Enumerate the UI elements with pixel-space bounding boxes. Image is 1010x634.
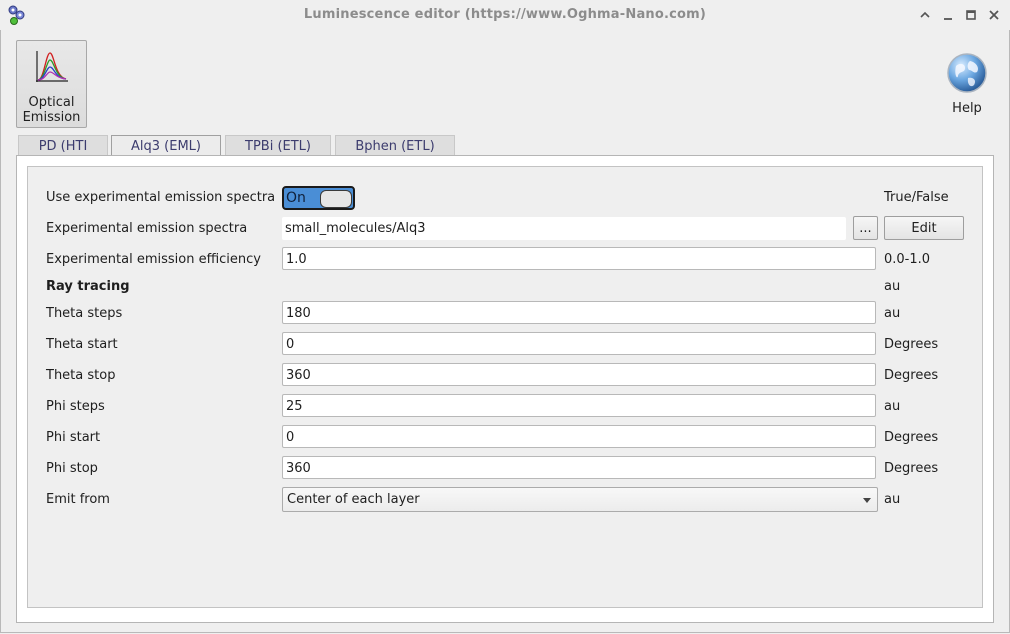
phi-start-label: Phi start [46, 430, 101, 445]
close-icon[interactable] [985, 6, 1003, 24]
exp-spectra-field[interactable]: small_molecules/Alq3 [282, 217, 846, 240]
title-bar: Luminescence editor (https://www.Oghma-N… [0, 0, 1010, 30]
exp-efficiency-field[interactable]: 1.0 [282, 247, 876, 270]
phi-stop-label: Phi stop [46, 461, 98, 476]
tab-bphen-etl[interactable]: Bphen (ETL) [335, 135, 455, 156]
phi-stop-unit: Degrees [884, 461, 939, 476]
use-exp-spectra-label: Use experimental emission spectra [46, 190, 276, 205]
phi-stop-field[interactable]: 360 [282, 456, 876, 479]
tab-tpbi-etl[interactable]: TPBi (ETL) [225, 135, 331, 156]
theta-stop-unit: Degrees [884, 368, 939, 383]
exp-efficiency-label: Experimental emission efficiency [46, 252, 261, 267]
phi-start-unit: Degrees [884, 430, 939, 445]
use-exp-spectra-toggle[interactable]: On [282, 186, 355, 210]
toggle-on-text: On [286, 190, 306, 206]
emit-from-label: Emit from [46, 492, 110, 507]
toggle-knob [320, 190, 352, 208]
optical-emission-button[interactable]: Optical Emission [16, 40, 87, 128]
theta-steps-field[interactable]: 180 [282, 301, 876, 324]
theta-start-unit: Degrees [884, 337, 939, 352]
browse-button[interactable]: ... [853, 216, 878, 240]
emission-spectrum-icon [35, 51, 68, 82]
ray-tracing-unit: au [884, 279, 901, 294]
phi-steps-unit: au [884, 399, 901, 414]
window-title: Luminescence editor (https://www.Oghma-N… [303, 7, 707, 22]
exp-efficiency-unit: 0.0-1.0 [884, 252, 931, 267]
help-button[interactable]: Help [938, 50, 996, 120]
phi-steps-label: Phi steps [46, 399, 105, 414]
optical-emission-label-line1: Optical [28, 95, 75, 110]
tab-alq3-eml[interactable]: Alq3 (EML) [111, 135, 221, 158]
theta-steps-label: Theta steps [46, 306, 123, 321]
minimize-up-icon[interactable] [916, 6, 934, 24]
maximize-icon[interactable] [962, 6, 980, 24]
phi-start-field[interactable]: 0 [282, 425, 876, 448]
chevron-down-icon [863, 498, 871, 503]
theta-stop-label: Theta stop [46, 368, 116, 383]
emit-from-value: Center of each layer [287, 492, 420, 507]
emit-from-select[interactable]: Center of each layer [282, 487, 878, 512]
tab-pd-htl[interactable]: PD (HTI [18, 135, 108, 156]
theta-start-field[interactable]: 0 [282, 332, 876, 355]
emit-from-unit: au [884, 492, 901, 507]
globe-help-icon [947, 53, 987, 93]
optical-emission-label-line2: Emission [22, 110, 81, 125]
theta-start-label: Theta start [46, 337, 118, 352]
edit-button[interactable]: Edit [884, 216, 964, 240]
help-label: Help [952, 101, 982, 116]
minimize-icon[interactable] [939, 6, 957, 24]
theta-steps-unit: au [884, 306, 901, 321]
ray-tracing-heading: Ray tracing [46, 279, 130, 294]
phi-steps-field[interactable]: 25 [282, 394, 876, 417]
theta-stop-field[interactable]: 360 [282, 363, 876, 386]
use-exp-spectra-unit: True/False [884, 190, 949, 205]
exp-spectra-label: Experimental emission spectra [46, 221, 248, 236]
